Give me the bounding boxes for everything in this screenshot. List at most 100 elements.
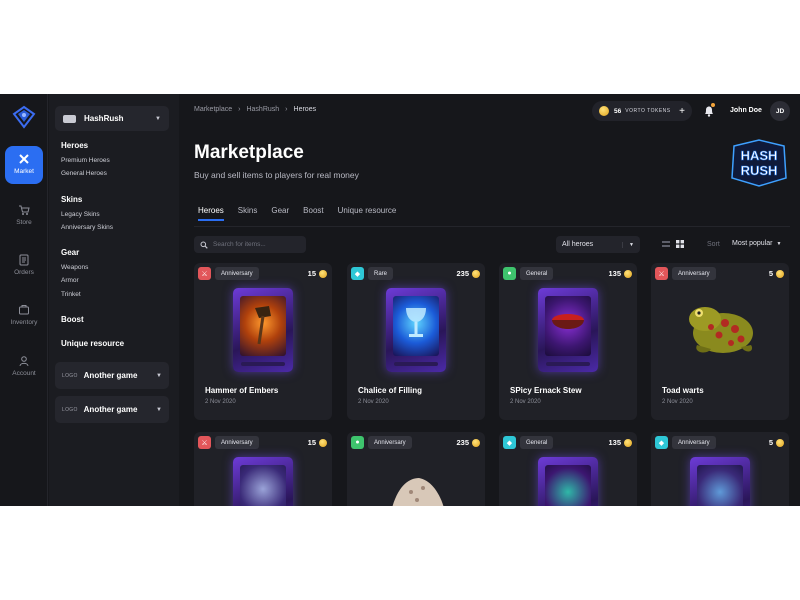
rail-market[interactable]: Market — [5, 146, 43, 184]
main-content: Marketplace › HashRush › Heroes 56 VORTO… — [180, 94, 800, 506]
item-card[interactable]: ⚔ Anniversary 15 Hammer of Embers 2 Nov … — [194, 263, 332, 420]
item-image — [233, 457, 293, 506]
coin-icon — [624, 269, 632, 278]
item-card[interactable]: ◆ Rare 235 Chalice of Filling 2 Nov 2020 — [347, 263, 485, 420]
subcategory-trinket[interactable]: Trinket — [61, 291, 81, 298]
item-name: Hammer of Embers — [205, 386, 279, 395]
shield-icon: ◆ — [503, 436, 516, 449]
caret-down-icon: ▼ — [622, 241, 634, 248]
app-logo-icon[interactable] — [10, 103, 38, 131]
item-image — [233, 288, 293, 372]
page-title: Marketplace — [194, 142, 304, 163]
category-heroes[interactable]: Heroes — [61, 141, 88, 150]
page-subtitle: Buy and sell items to players for real m… — [194, 170, 359, 180]
item-card[interactable]: ⚔ Anniversary 15 — [194, 432, 332, 506]
category-gear[interactable]: Gear — [61, 248, 79, 257]
tab-skins[interactable]: Skins — [238, 206, 258, 215]
item-card[interactable]: ◆ General 135 — [499, 432, 637, 506]
item-price: 235 — [456, 269, 480, 278]
sword-icon: ⚔ — [655, 267, 668, 280]
tab-heroes[interactable]: Heroes — [198, 206, 224, 221]
item-card[interactable]: ● Anniversary 235 — [347, 432, 485, 506]
breadcrumb-separator: › — [238, 106, 241, 113]
rail-market-label: Market — [14, 168, 34, 175]
item-price: 135 — [608, 438, 632, 447]
sword-icon: ⚔ — [198, 436, 211, 449]
rail-orders-label: Orders — [14, 269, 34, 276]
rarity-badge: General — [520, 267, 554, 280]
subcategory-weapons[interactable]: Weapons — [61, 264, 88, 271]
other-game-logo: LOGO — [62, 406, 78, 413]
other-game-selector[interactable]: LOGO Another game ▼ — [55, 396, 169, 423]
sort-value: Most popular — [732, 240, 773, 247]
tab-boost[interactable]: Boost — [303, 206, 323, 215]
rarity-badge: General — [520, 436, 554, 449]
item-date: 2 Nov 2020 — [358, 399, 389, 405]
item-date: 2 Nov 2020 — [662, 399, 693, 405]
item-date: 2 Nov 2020 — [510, 399, 541, 405]
user-name[interactable]: John Doe — [730, 107, 762, 114]
rarity-badge: Anniversary — [215, 436, 259, 449]
rail-account[interactable]: Account — [0, 355, 48, 377]
hero-filter-dropdown[interactable]: All heroes ▼ — [556, 236, 640, 253]
cart-icon — [19, 205, 30, 215]
tab-unique-resource[interactable]: Unique resource — [338, 206, 397, 215]
tabs-divider — [194, 226, 790, 227]
sword-icon: ⚔ — [198, 267, 211, 280]
item-price-value: 15 — [307, 438, 316, 447]
item-price: 5 — [769, 269, 784, 278]
category-skins[interactable]: Skins — [61, 195, 82, 204]
search-input[interactable]: Search for items... — [194, 236, 306, 253]
user-icon — [19, 356, 29, 367]
item-card[interactable]: ◆ Anniversary 5 — [651, 432, 789, 506]
grid-view-icon[interactable] — [676, 240, 684, 248]
rail-orders[interactable]: Orders — [0, 254, 48, 276]
rail-account-label: Account — [12, 370, 36, 377]
potion-icon: ● — [351, 436, 364, 449]
item-price: 15 — [308, 269, 327, 278]
item-date: 2 Nov 2020 — [205, 399, 236, 405]
rail-inventory[interactable]: Inventory — [0, 304, 48, 326]
subcategory-armor[interactable]: Armor — [61, 277, 79, 284]
subcategory-premium-heroes[interactable]: Premium Heroes — [61, 157, 110, 164]
sort-dropdown[interactable]: Most popular ▼ — [732, 240, 781, 247]
item-price: 235 — [456, 438, 480, 447]
item-card[interactable]: ⚔ Anniversary 5 Toad warts 2 Nov 2020 — [651, 263, 789, 420]
breadcrumb-hashrush[interactable]: HashRush — [246, 106, 279, 113]
brand-line-1: HASH — [741, 148, 778, 163]
caret-down-icon: ▼ — [156, 406, 162, 413]
shield-icon: ◆ — [351, 267, 364, 280]
rarity-badge: Anniversary — [215, 267, 259, 280]
game-logo-icon — [63, 114, 76, 123]
other-game-logo: LOGO — [62, 372, 78, 379]
stew-bowl-icon — [552, 314, 584, 329]
caret-down-icon: ▼ — [155, 115, 161, 122]
subcategory-general-heroes[interactable]: General Heroes — [61, 170, 107, 177]
token-balance[interactable]: 56 VORTO TOKENS + — [592, 101, 692, 121]
game-selector-label: HashRush — [84, 114, 124, 123]
rail-store[interactable]: Store — [0, 204, 48, 226]
coin-icon — [624, 438, 632, 447]
item-price: 5 — [769, 438, 784, 447]
rarity-badge: Rare — [368, 267, 394, 280]
other-game-name: Another game — [83, 371, 138, 380]
category-boost[interactable]: Boost — [61, 315, 84, 324]
rail-inventory-label: Inventory — [10, 319, 38, 326]
item-card[interactable]: ● General 135 SPicy Ernack Stew 2 Nov 20… — [499, 263, 637, 420]
hammer-icon — [255, 306, 271, 345]
item-image — [386, 288, 446, 372]
breadcrumb-marketplace[interactable]: Marketplace — [194, 106, 232, 113]
orders-icon — [19, 254, 29, 266]
category-unique-resource[interactable]: Unique resource — [61, 339, 124, 348]
coin-icon — [776, 269, 784, 278]
list-view-icon[interactable] — [662, 240, 670, 248]
tab-gear[interactable]: Gear — [271, 206, 289, 215]
subcategory-legacy-skins[interactable]: Legacy Skins — [61, 211, 100, 218]
add-tokens-button[interactable]: + — [679, 106, 685, 117]
avatar[interactable]: JD — [770, 101, 790, 121]
item-price-value: 235 — [456, 269, 469, 278]
game-selector[interactable]: HashRush ▼ — [55, 106, 169, 131]
other-game-selector[interactable]: LOGO Another game ▼ — [55, 362, 169, 389]
token-label: VORTO TOKENS — [625, 108, 671, 114]
subcategory-anniversary-skins[interactable]: Anniversary Skins — [61, 224, 113, 231]
